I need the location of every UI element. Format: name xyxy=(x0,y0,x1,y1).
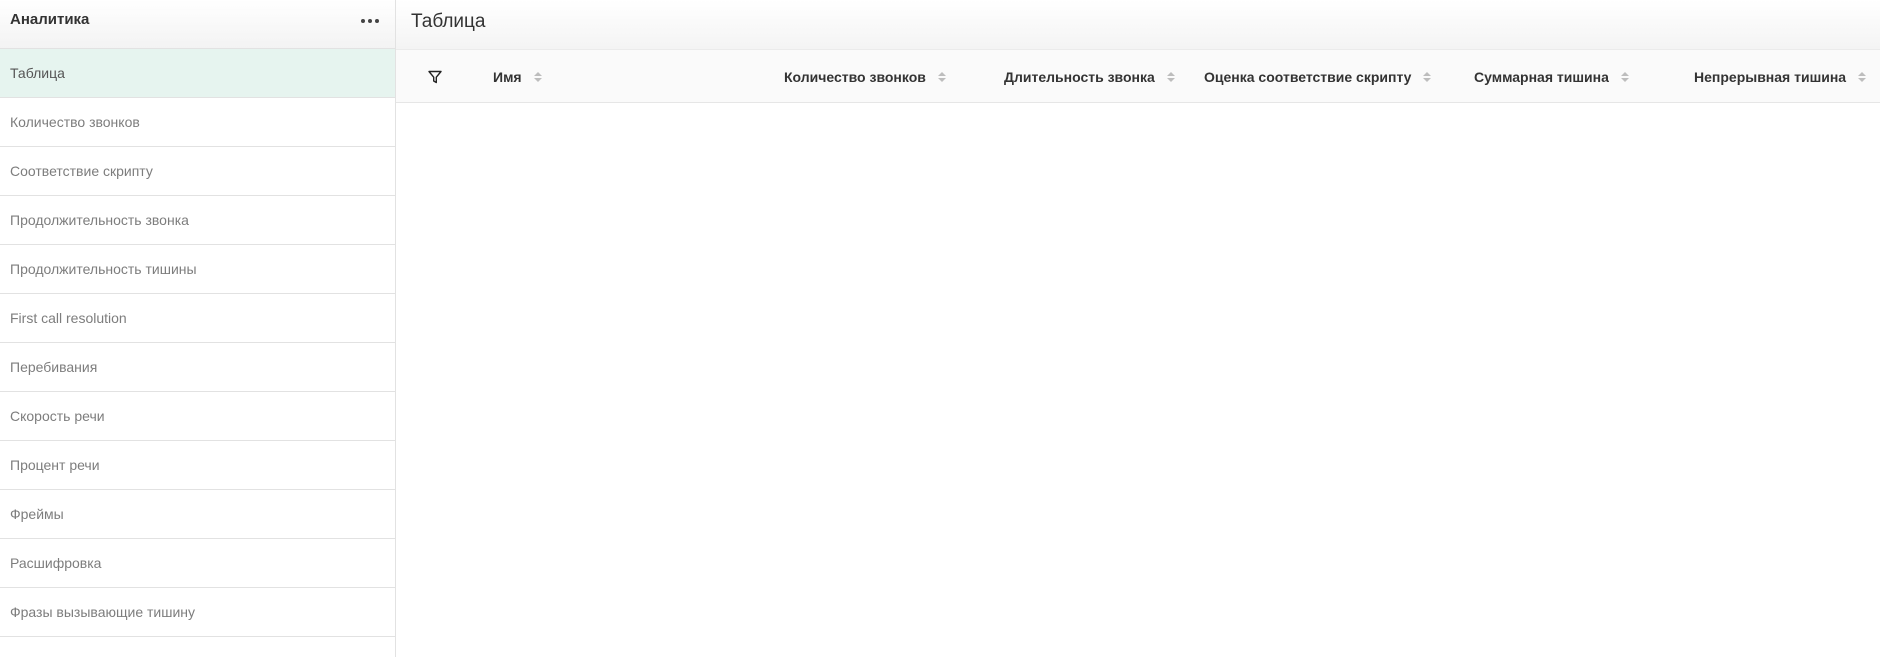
sidebar-item-silence-duration[interactable]: Продолжительность тишины xyxy=(0,245,395,294)
sort-icon[interactable] xyxy=(1620,72,1629,82)
dot-icon xyxy=(361,18,365,23)
sidebar-item-script-compliance[interactable]: Соответствие скрипту xyxy=(0,147,395,196)
table-header: Имя Количество звонков Длительность звон… xyxy=(396,49,1880,103)
column-header-name[interactable]: Имя xyxy=(493,50,542,104)
dot-icon xyxy=(368,18,372,23)
sort-icon[interactable] xyxy=(533,72,542,82)
column-header-script-score[interactable]: Оценка соответствие скрипту xyxy=(1204,50,1432,104)
sidebar-item-call-duration[interactable]: Продолжительность звонка xyxy=(0,196,395,245)
sidebar-item-speech-percent[interactable]: Процент речи xyxy=(0,441,395,490)
sidebar-title: Аналитика xyxy=(10,11,90,28)
sidebar-item-frames[interactable]: Фреймы xyxy=(0,490,395,539)
column-label: Оценка соответствие скрипту xyxy=(1204,69,1412,85)
dot-icon xyxy=(375,18,379,23)
sidebar-item-transcription[interactable]: Расшифровка xyxy=(0,539,395,588)
sidebar-item-speech-rate[interactable]: Скорость речи xyxy=(0,392,395,441)
sort-icon[interactable] xyxy=(1166,72,1175,82)
column-label: Длительность звонка xyxy=(1004,69,1155,85)
sort-icon[interactable] xyxy=(1858,72,1867,82)
column-header-continuous-silence[interactable]: Непрерывная тишина xyxy=(1694,50,1867,104)
filter-icon[interactable] xyxy=(428,50,442,104)
column-label: Количество звонков xyxy=(784,69,926,85)
sidebar-header: Аналитика xyxy=(0,0,395,49)
funnel-icon xyxy=(428,70,442,84)
column-header-call-count[interactable]: Количество звонков xyxy=(784,50,946,104)
column-label: Непрерывная тишина xyxy=(1694,69,1847,85)
table-body xyxy=(396,103,1880,657)
more-options-button[interactable] xyxy=(361,10,379,26)
column-header-total-silence[interactable]: Суммарная тишина xyxy=(1474,50,1629,104)
sort-icon[interactable] xyxy=(1423,72,1432,82)
column-header-call-duration[interactable]: Длительность звонка xyxy=(1004,50,1175,104)
main-content: Таблица Имя Количество звонков Длительно… xyxy=(396,0,1880,657)
sidebar-item-call-count[interactable]: Количество звонков xyxy=(0,98,395,147)
main-header: Таблица xyxy=(396,0,1880,49)
sidebar-item-interruptions[interactable]: Перебивания xyxy=(0,343,395,392)
sidebar-menu: Таблица Количество звонков Соответствие … xyxy=(0,49,395,637)
sort-icon[interactable] xyxy=(937,72,946,82)
column-label: Имя xyxy=(493,69,522,85)
sidebar-item-table[interactable]: Таблица xyxy=(0,49,395,98)
column-label: Суммарная тишина xyxy=(1474,69,1609,85)
sidebar: Аналитика Таблица Количество звонков Соо… xyxy=(0,0,396,657)
sidebar-item-silence-phrases[interactable]: Фразы вызывающие тишину xyxy=(0,588,395,637)
app-root: Аналитика Таблица Количество звонков Соо… xyxy=(0,0,1880,657)
page-title: Таблица xyxy=(411,11,486,32)
sidebar-item-first-call-resolution[interactable]: First call resolution xyxy=(0,294,395,343)
